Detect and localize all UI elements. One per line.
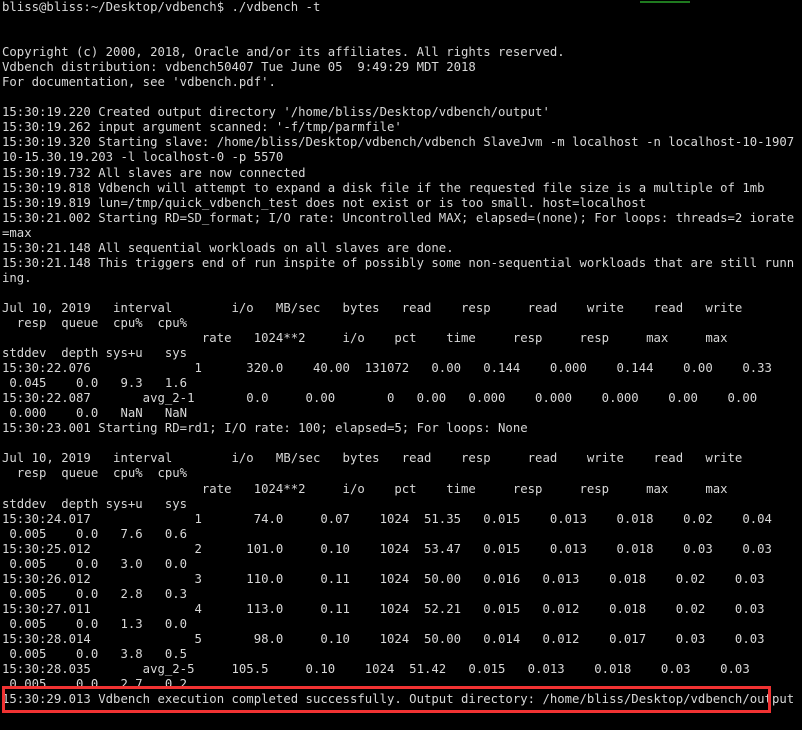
terminal-line: 15:30:22.076 1 320.0 40.00 131072 0.00 0… [2,361,772,376]
terminal-output-lines: bliss@bliss:~/Desktop/vdbench$ ./vdbench… [2,0,802,707]
terminal-line: bliss@bliss:~/Desktop/vdbench$ ./vdbench… [2,0,321,14]
terminal-line: 0.045 0.0 9.3 1.6 [2,376,188,391]
terminal-line: 15:30:21.148 All sequential workloads on… [2,240,454,255]
terminal-line: 0.005 0.0 7.6 0.6 [2,526,188,541]
terminal-line: 15:30:22.087 avg_2-1 0.0 0.00 0 0.00 0.0… [2,391,758,406]
terminal-line: 15:30:21.148 This triggers end of run in… [2,255,795,270]
terminal-line: 15:30:19.818 Vdbench will attempt to exp… [2,180,765,195]
terminal-line: Copyright (c) 2000, 2018, Oracle and/or … [2,45,565,60]
terminal-line: 15:30:26.012 3 110.0 0.11 1024 50.00 0.0… [2,571,765,586]
terminal-line: 10-15.30.19.203 -l localhost-0 -p 5570 [2,150,284,165]
terminal-window[interactable]: bliss@bliss:~/Desktop/vdbench$ ./vdbench… [0,0,802,730]
terminal-line: 15:30:28.035 avg_2-5 105.5 0.10 1024 51.… [2,662,750,677]
terminal-line: 15:30:19.320 Starting slave: /home/bliss… [2,135,795,150]
terminal-line: 15:30:19.220 Created output directory '/… [2,105,550,120]
terminal-line: 15:30:19.819 lun=/tmp/quick_vdbench_test… [2,195,647,210]
terminal-line: rate 1024**2 i/o pct time resp resp max … [2,481,728,496]
terminal-line: =max [2,225,32,240]
terminal-line: 15:30:19.732 All slaves are now connecte… [2,165,306,180]
terminal-line: 0.005 0.0 3.0 0.0 [2,556,188,571]
terminal-line: stddev depth sys+u sys [2,496,188,511]
terminal-line: rate 1024**2 i/o pct time resp resp max … [2,331,728,346]
terminal-line: 0.000 0.0 NaN NaN [2,406,188,421]
terminal-line: 15:30:28.014 5 98.0 0.10 1024 50.00 0.01… [2,631,765,646]
terminal-line: resp queue cpu% cpu% [2,315,188,330]
terminal-line: 15:30:23.001 Starting RD=rd1; I/O rate: … [2,421,528,436]
terminal-line: 0.005 0.0 2.7 0.2 [2,677,188,692]
terminal-line: 15:30:21.002 Starting RD=SD_format; I/O … [2,210,795,225]
terminal-line: 15:30:27.011 4 113.0 0.11 1024 52.21 0.0… [2,601,765,616]
terminal-line: stddev depth sys+u sys [2,346,188,361]
terminal-line: For documentation, see 'vdbench.pdf'. [2,75,276,90]
terminal-line: ing. [2,270,32,285]
terminal-line: Jul 10, 2019 interval i/o MB/sec bytes r… [2,300,743,315]
terminal-line: 0.005 0.0 3.8 0.5 [2,647,188,662]
terminal-line: 15:30:29.013 Vdbench execution completed… [2,692,795,707]
terminal-line: 15:30:24.017 1 74.0 0.07 1024 51.35 0.01… [2,511,772,526]
terminal-line: resp queue cpu% cpu% [2,466,188,481]
terminal-line: 0.005 0.0 1.3 0.0 [2,616,188,631]
terminal-line: 15:30:25.012 2 101.0 0.10 1024 53.47 0.0… [2,541,772,556]
terminal-line: Vdbench distribution: vdbench50407 Tue J… [2,60,476,75]
terminal-line: 15:30:19.262 input argument scanned: '-f… [2,120,402,135]
terminal-line: Jul 10, 2019 interval i/o MB/sec bytes r… [2,451,743,466]
terminal-line: 0.005 0.0 2.8 0.3 [2,586,188,601]
